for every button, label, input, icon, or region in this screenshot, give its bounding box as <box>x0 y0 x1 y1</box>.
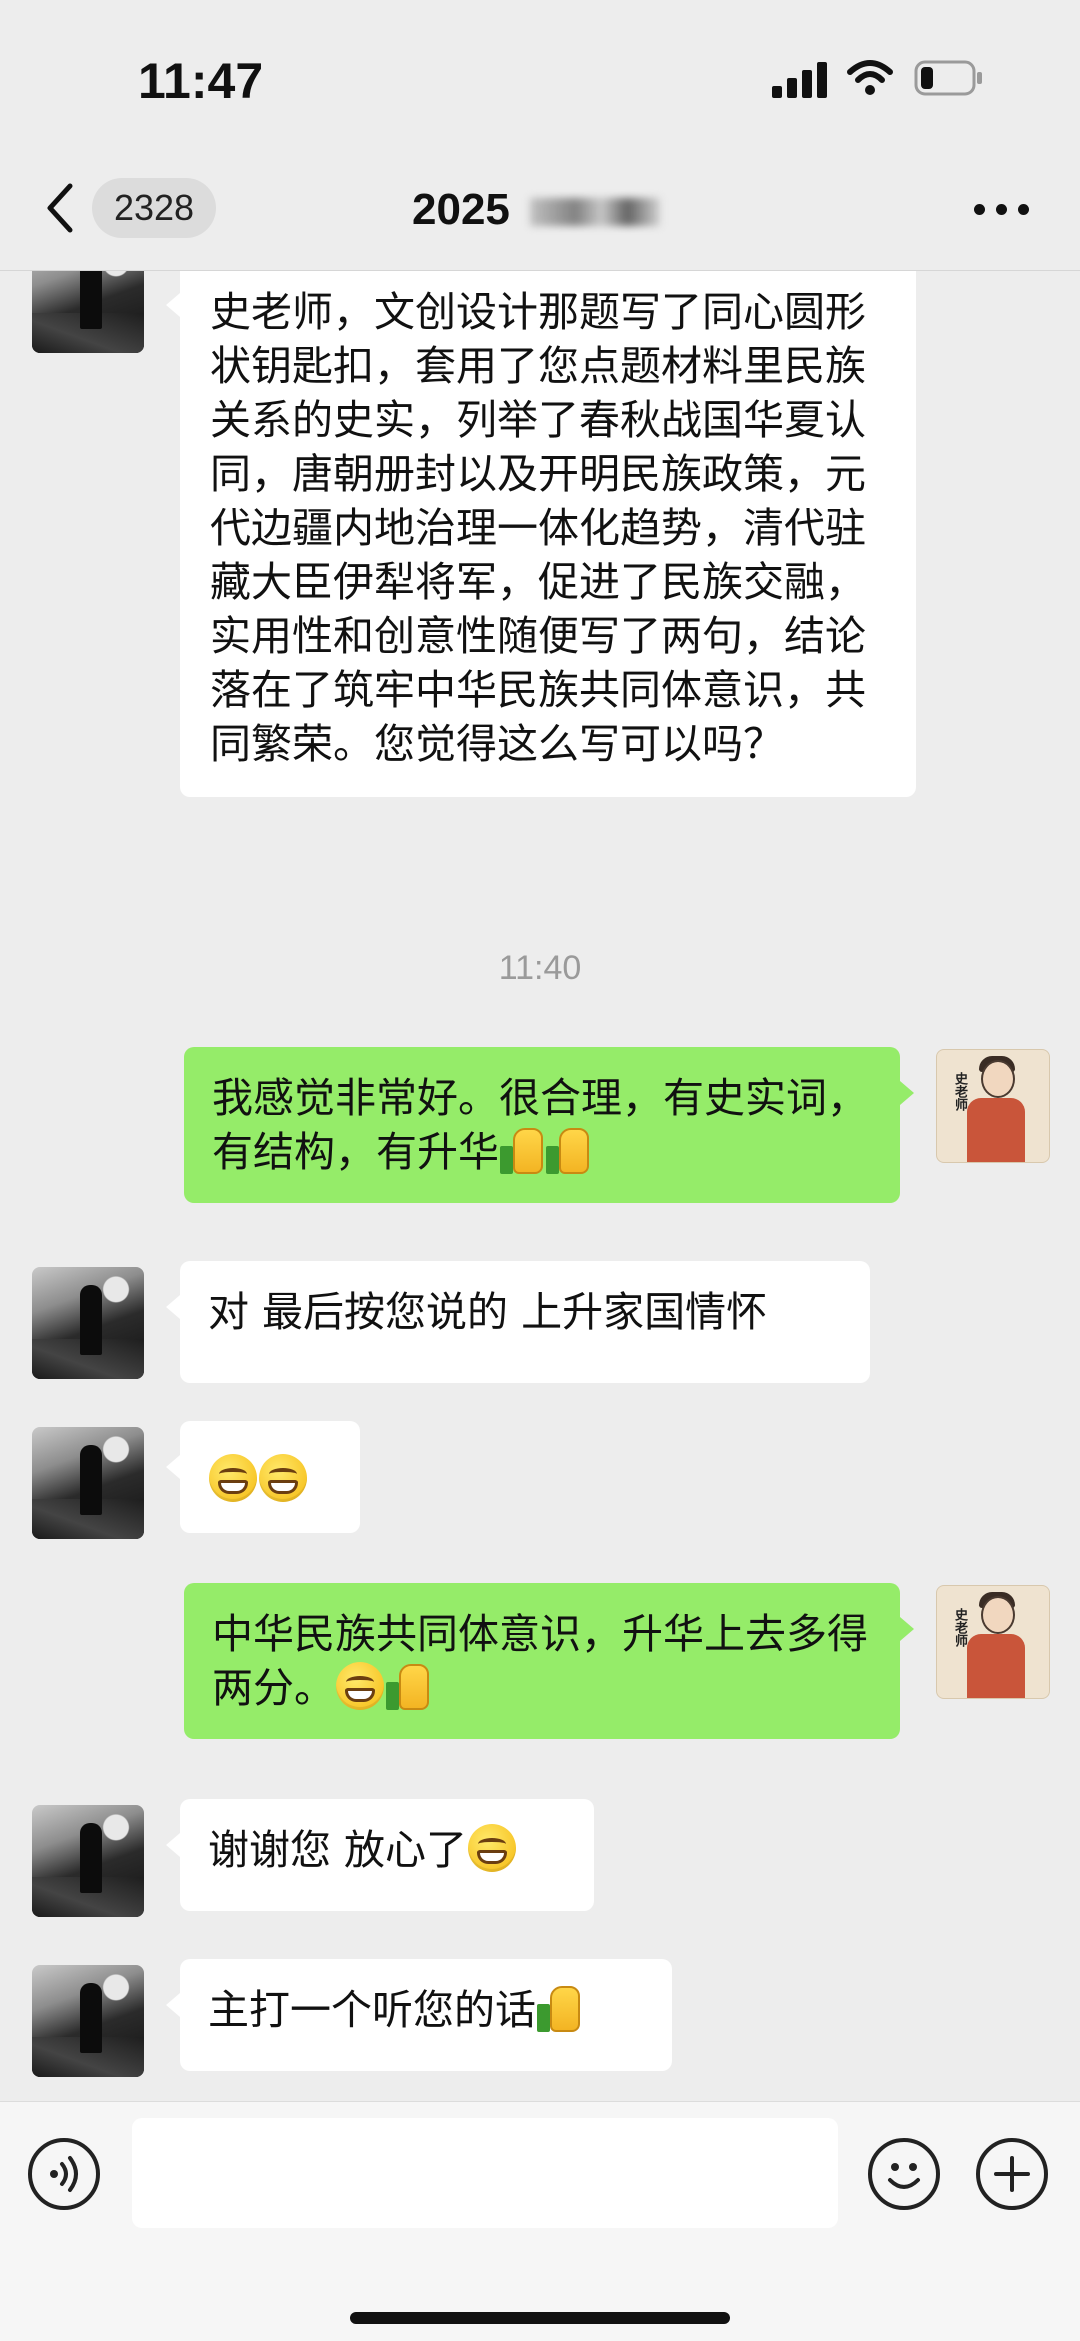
nav-bar: 2328 2025 <box>0 150 1080 271</box>
grin-emoji-icon <box>468 1824 517 1872</box>
message-bubble-incoming[interactable] <box>166 1421 360 1533</box>
more-dots-icon[interactable] <box>972 198 1032 222</box>
message-bubble-outgoing[interactable]: 中华民族共同体意识，升华上去多得两分。 <box>184 1583 914 1739</box>
wifi-icon <box>847 60 893 95</box>
thumbs-up-icon <box>386 1662 430 1710</box>
message-text: 对 最后按您说的 上升家国情怀 <box>208 1288 768 1336</box>
message-bubble-incoming[interactable]: 谢谢您 放心了 <box>166 1799 594 1911</box>
battery-icon <box>914 60 982 96</box>
message-text: 史老师，文创设计那题写了同心圆形状钥匙扣，套用了您点题材料里民族关系的史实，列举… <box>210 288 866 768</box>
input-bar <box>0 2101 1080 2341</box>
signal-icon <box>772 62 828 98</box>
message-bubble-incoming[interactable]: 对 最后按您说的 上升家国情怀 <box>166 1261 870 1383</box>
self-avatar-label: 史老师 <box>952 1072 967 1111</box>
message-text: 谢谢您 放心了 <box>208 1826 468 1874</box>
emoji-icon <box>888 2163 920 2189</box>
self-avatar[interactable]: 史老师 <box>936 1585 1050 1699</box>
plus-icon <box>994 2156 1030 2192</box>
title-redaction <box>530 198 660 226</box>
contact-avatar[interactable] <box>32 1267 144 1379</box>
status-bar: 11:47 <box>0 0 1080 150</box>
chat-screen: 11:47 2328 2025 史老师，文创设计那题写了同心圆形状钥匙扣，套用了… <box>0 0 1080 2341</box>
grin-emoji-icon <box>259 1454 307 1502</box>
message-bubble-incoming[interactable]: 主打一个听您的话 <box>166 1959 672 2071</box>
self-avatar-label: 史老师 <box>952 1608 967 1647</box>
status-time: 11:47 <box>138 53 264 109</box>
emoji-button[interactable] <box>868 2138 940 2210</box>
message-input[interactable] <box>132 2118 838 2228</box>
message-text: 中华民族共同体意识，升华上去多得两分。 <box>212 1610 868 1712</box>
message-bubble-outgoing[interactable]: 我感觉非常好。很合理，有史实词，有结构，有升华 <box>184 1047 914 1203</box>
contact-avatar[interactable] <box>32 271 144 353</box>
chat-title: 2025 <box>412 185 510 234</box>
voice-icon <box>50 2156 78 2192</box>
contact-avatar[interactable] <box>32 1427 144 1539</box>
thumbs-up-icon <box>546 1126 590 1174</box>
thumbs-up-icon <box>537 1984 581 2032</box>
grin-emoji-icon <box>336 1662 384 1710</box>
self-avatar[interactable]: 史老师 <box>936 1049 1050 1163</box>
message-bubble-incoming[interactable]: 史老师，文创设计那题写了同心圆形状钥匙扣，套用了您点题材料里民族关系的史实，列举… <box>166 271 916 797</box>
plus-button[interactable] <box>976 2138 1048 2210</box>
home-indicator <box>350 2312 730 2324</box>
voice-button[interactable] <box>28 2138 100 2210</box>
unread-count-badge[interactable]: 2328 <box>92 178 216 238</box>
thumbs-up-icon <box>500 1126 544 1174</box>
message-text: 主打一个听您的话 <box>208 1986 536 2034</box>
contact-avatar[interactable] <box>32 1805 144 1917</box>
chevron-left-icon[interactable] <box>40 180 80 236</box>
message-list[interactable]: 史老师，文创设计那题写了同心圆形状钥匙扣，套用了您点题材料里民族关系的史实，列举… <box>0 271 1080 2101</box>
message-timestamp: 11:40 <box>498 949 582 987</box>
grin-emoji-icon <box>209 1454 257 1502</box>
contact-avatar[interactable] <box>32 1965 144 2077</box>
